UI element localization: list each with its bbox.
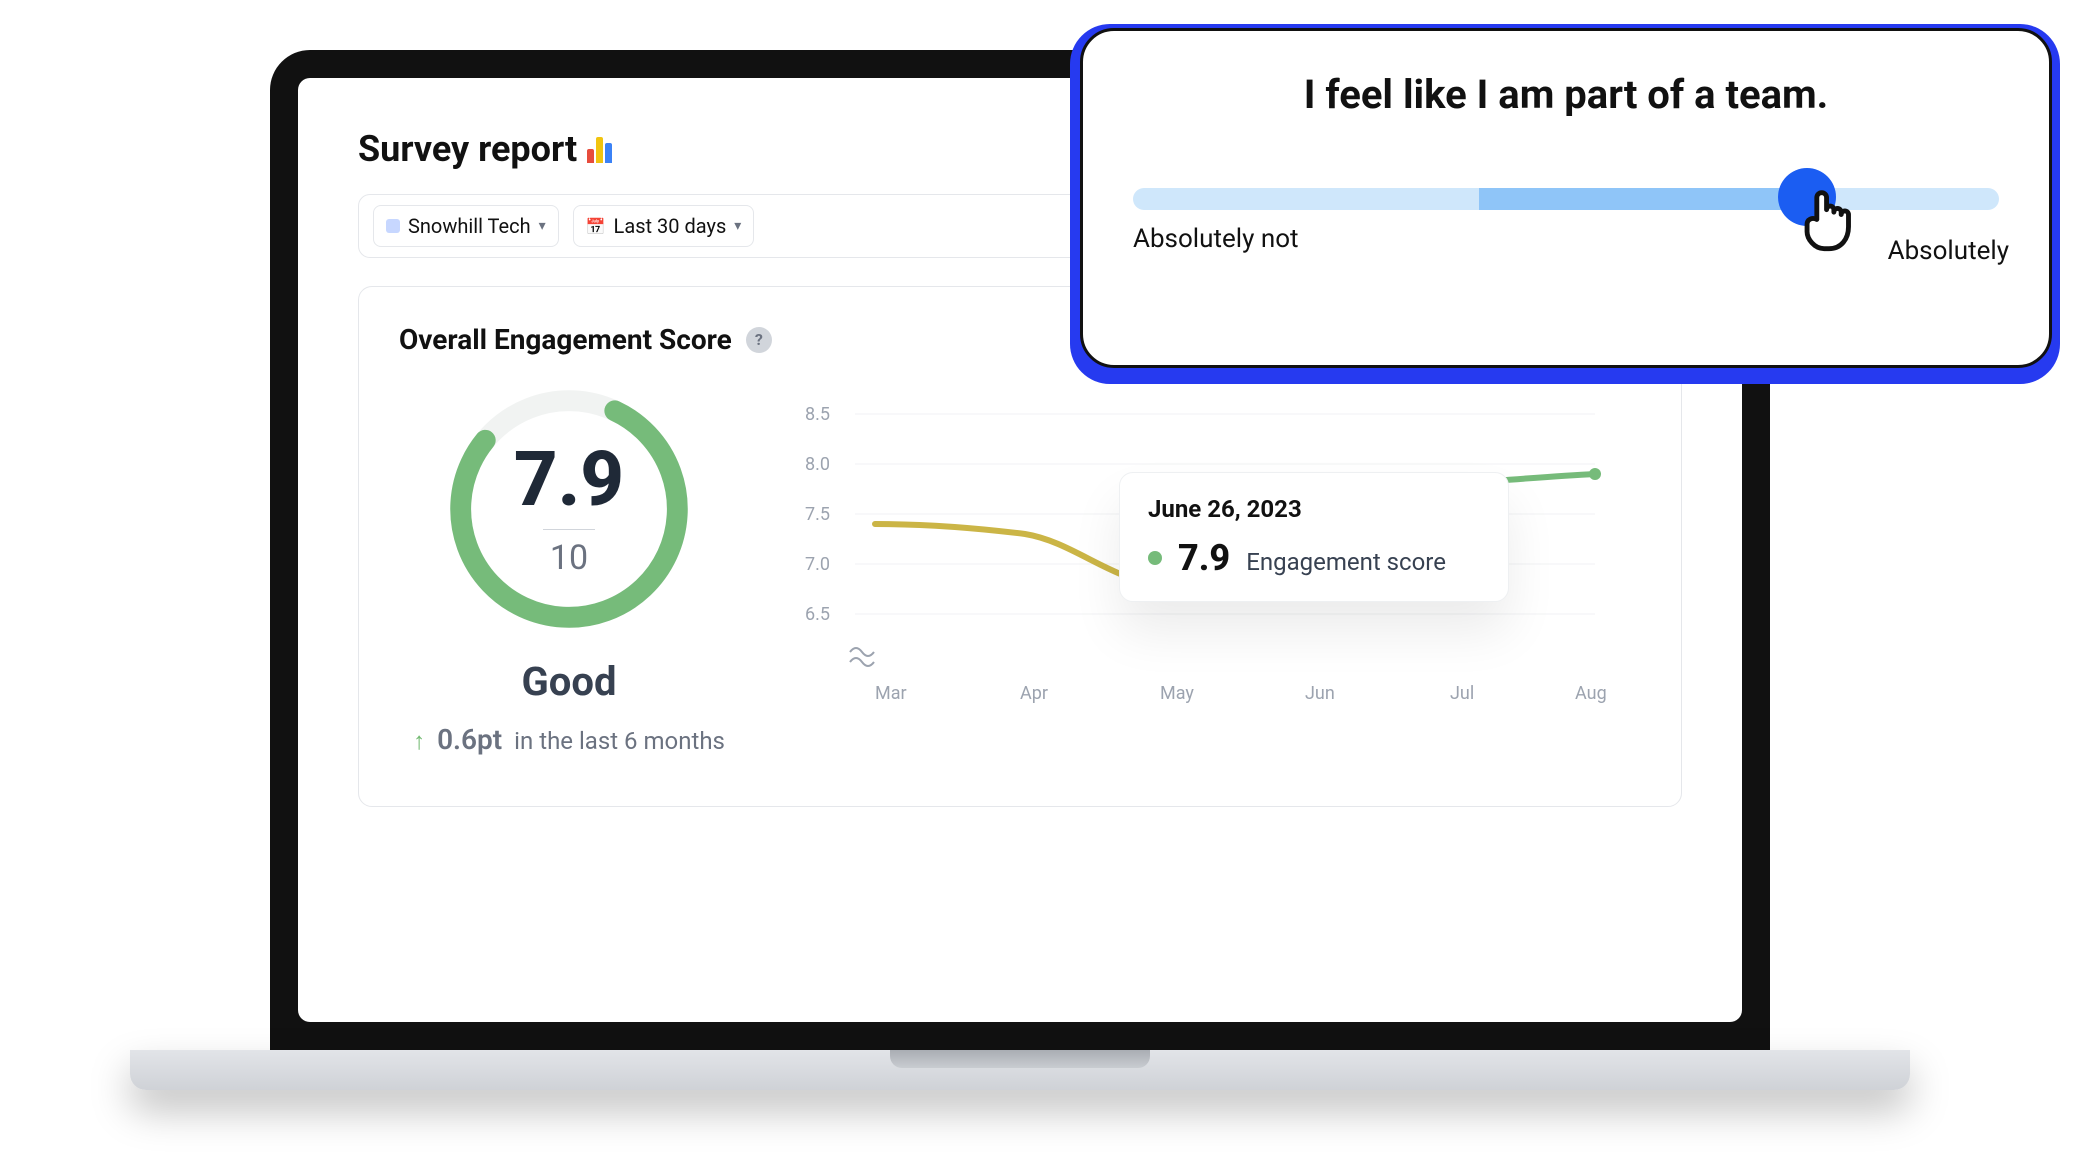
delta-period: in the last 6 months — [514, 727, 725, 755]
calendar-icon: 📅 — [586, 217, 606, 236]
chevron-down-icon: ▾ — [539, 218, 546, 234]
tooltip-series-dot — [1148, 551, 1162, 565]
arrow-up-icon: ↑ — [413, 727, 425, 756]
x-tick: May — [1160, 683, 1194, 704]
wave-icon — [850, 648, 874, 666]
barchart-icon — [587, 135, 612, 163]
score-gauge: 7.9 10 — [444, 384, 694, 634]
delta-value: 0.6pt — [437, 723, 502, 756]
y-tick: 7.0 — [805, 554, 830, 575]
cursor-hand-icon — [1790, 178, 1868, 256]
laptop-notch — [890, 1050, 1150, 1068]
daterange-filter-label: Last 30 days — [614, 214, 727, 238]
slider-max-label: Absolutely — [1888, 236, 2009, 266]
slider-min-label: Absolutely not — [1133, 224, 1299, 254]
x-tick: Mar — [875, 683, 907, 704]
survey-question-popup: I feel like I am part of a team. Absolut… — [1080, 28, 2052, 368]
tooltip-label: Engagement score — [1246, 548, 1446, 576]
score-column: 7.9 10 Good ↑ 0.6pt in the last 6 months — [399, 384, 739, 756]
slider-fill — [1479, 188, 1808, 210]
y-tick: 8.5 — [805, 404, 830, 425]
score-delta: ↑ 0.6pt in the last 6 months — [413, 723, 725, 756]
tooltip-date: June 26, 2023 — [1148, 495, 1480, 523]
chevron-down-icon: ▾ — [734, 218, 741, 234]
y-tick: 7.5 — [805, 504, 830, 525]
daterange-filter-chip[interactable]: 📅 Last 30 days ▾ — [573, 205, 755, 247]
org-filter-chip[interactable]: Snowhill Tech ▾ — [373, 205, 559, 247]
x-tick: Jul — [1450, 683, 1474, 704]
x-tick: Apr — [1020, 683, 1048, 704]
score-rating-label: Good — [522, 658, 617, 705]
trend-end-dot — [1589, 468, 1601, 480]
score-divider — [543, 529, 595, 530]
tooltip-value: 7.9 — [1178, 537, 1230, 579]
survey-question-text: I feel like I am part of a team. — [1133, 71, 1999, 118]
y-tick: 6.5 — [805, 604, 830, 625]
card-title: Overall Engagement Score — [399, 323, 732, 356]
trend-chart[interactable]: 8.5 8.0 7.5 7.0 6.5 Mar Apr May Jun — [789, 384, 1641, 756]
laptop-base — [130, 1050, 1910, 1090]
score-value: 7.9 — [514, 441, 624, 517]
x-tick: Aug — [1575, 683, 1607, 704]
org-color-swatch — [386, 219, 400, 233]
chart-tooltip: June 26, 2023 7.9 Engagement score — [1119, 472, 1509, 602]
x-tick: Jun — [1305, 683, 1335, 704]
org-filter-label: Snowhill Tech — [408, 214, 531, 238]
survey-slider[interactable]: Absolutely not Absolutely — [1133, 188, 1999, 298]
y-tick: 8.0 — [805, 454, 830, 475]
score-max: 10 — [550, 538, 588, 578]
help-icon[interactable]: ? — [746, 327, 772, 353]
page-title-text: Survey report — [358, 128, 577, 170]
